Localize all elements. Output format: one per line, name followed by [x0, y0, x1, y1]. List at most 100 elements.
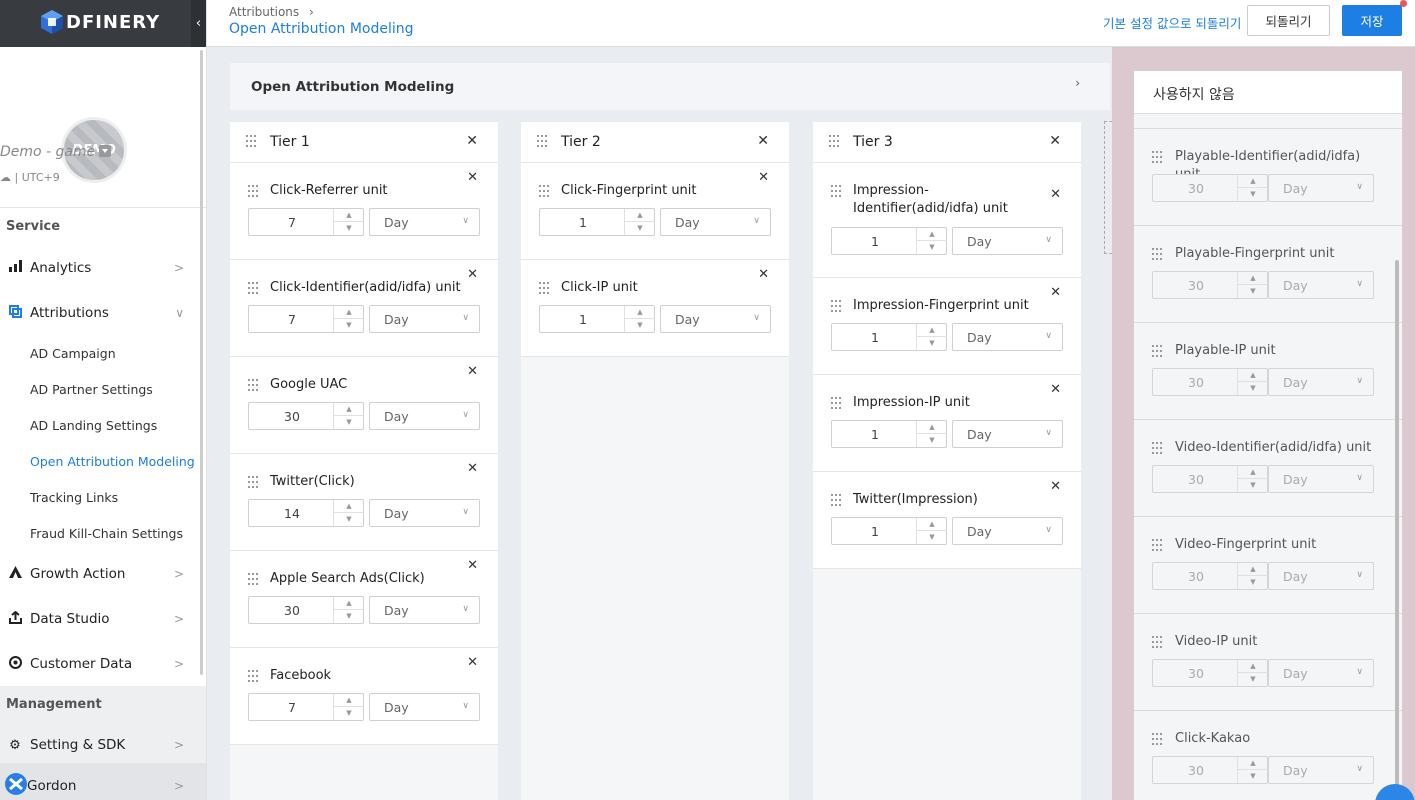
attribution-item-card[interactable]: Click-Kakao 30 ▲ ▼ Day ∨: [1134, 711, 1402, 800]
window-number-input[interactable]: 30 ▲ ▼: [1152, 562, 1268, 590]
window-number-input[interactable]: 30 ▲ ▼: [248, 402, 364, 430]
drag-handle-icon[interactable]: [1152, 733, 1162, 745]
drag-handle-icon[interactable]: [1152, 539, 1162, 551]
remove-item-close-icon[interactable]: ✕: [467, 558, 478, 573]
drag-handle-icon[interactable]: [829, 135, 839, 147]
unit-select[interactable]: Day ∨: [1268, 174, 1374, 202]
attribution-item-card[interactable]: Click-IP unit ✕ 1 ▲ ▼ Day ∨: [521, 260, 789, 357]
tier-header[interactable]: Tier 3 ✕: [813, 122, 1081, 163]
stepper-down-icon[interactable]: ▼: [625, 319, 655, 332]
window-number-input[interactable]: 7 ▲ ▼: [248, 693, 364, 721]
unit-select[interactable]: Day ∨: [369, 305, 480, 333]
remove-item-close-icon[interactable]: ✕: [758, 267, 769, 282]
attribution-item-card[interactable]: Video-IP unit 30 ▲ ▼ Day ∨: [1134, 614, 1402, 711]
stepper-down-icon[interactable]: ▼: [917, 531, 947, 544]
number-stepper[interactable]: ▲ ▼: [1237, 563, 1268, 589]
drag-handle-icon[interactable]: [1152, 636, 1162, 648]
remove-item-close-icon[interactable]: ✕: [1050, 479, 1061, 494]
window-number-input[interactable]: 30 ▲ ▼: [1152, 659, 1268, 687]
panel-header[interactable]: Open Attribution Modeling ›: [230, 63, 1110, 110]
remove-tier-close-icon[interactable]: ✕: [757, 133, 769, 149]
number-stepper[interactable]: ▲ ▼: [1237, 272, 1268, 298]
remove-item-close-icon[interactable]: ✕: [467, 170, 478, 185]
unit-select[interactable]: Day ∨: [1268, 465, 1374, 493]
stepper-down-icon[interactable]: ▼: [1238, 285, 1268, 298]
window-number-input[interactable]: 14 ▲ ▼: [248, 499, 364, 527]
sidebar-subitem-ad-landing-settings[interactable]: AD Landing Settings: [30, 418, 157, 433]
number-stepper[interactable]: ▲ ▼: [916, 324, 947, 350]
remove-tier-close-icon[interactable]: ✕: [1049, 133, 1061, 149]
drag-handle-icon[interactable]: [1152, 442, 1162, 454]
attribution-item-card[interactable]: Google UAC ✕ 30 ▲ ▼ Day ∨: [230, 357, 498, 454]
number-stepper[interactable]: ▲ ▼: [333, 500, 364, 526]
stepper-down-icon[interactable]: ▼: [334, 222, 364, 235]
remove-item-close-icon[interactable]: ✕: [1050, 382, 1061, 397]
stepper-down-icon[interactable]: ▼: [1238, 770, 1268, 783]
attribution-item-card[interactable]: Apple Search Ads(Click) ✕ 30 ▲ ▼ Day ∨: [230, 551, 498, 648]
stepper-up-icon[interactable]: ▲: [917, 421, 947, 434]
stepper-down-icon[interactable]: ▼: [917, 241, 947, 254]
window-number-input[interactable]: 1 ▲ ▼: [539, 305, 655, 333]
reset-defaults-link[interactable]: 기본 설정 값으로 되돌리기: [1103, 13, 1241, 32]
drag-handle-icon[interactable]: [831, 494, 841, 506]
number-stepper[interactable]: ▲ ▼: [333, 209, 364, 235]
drag-handle-icon[interactable]: [248, 573, 258, 585]
number-stepper[interactable]: ▲ ▼: [1237, 660, 1268, 686]
attribution-item-card[interactable]: Video-Identifier(adid/idfa) unit 30 ▲ ▼ …: [1134, 420, 1402, 517]
attribution-item-card[interactable]: Click-Referrer unit ✕ 7 ▲ ▼ Day ∨: [230, 163, 498, 260]
drag-handle-icon[interactable]: [1152, 151, 1162, 163]
drag-handle-icon[interactable]: [831, 397, 841, 409]
sidebar-item-growth-action[interactable]: Growth Action >: [0, 563, 200, 585]
attribution-item-card[interactable]: Click-Identifier(adid/idfa) unit ✕ 7 ▲ ▼…: [230, 260, 498, 357]
stepper-up-icon[interactable]: ▲: [334, 403, 364, 416]
sidebar-subitem-tracking-links[interactable]: Tracking Links: [30, 490, 118, 505]
stepper-up-icon[interactable]: ▲: [1238, 660, 1268, 673]
app-selector[interactable]: Demo - game: [0, 144, 192, 160]
sidebar-item-customer-data[interactable]: Customer Data >: [0, 653, 200, 675]
window-number-input[interactable]: 30 ▲ ▼: [1152, 174, 1268, 202]
window-number-input[interactable]: 30 ▲ ▼: [1152, 271, 1268, 299]
drag-handle-icon[interactable]: [539, 185, 549, 197]
drag-handle-icon[interactable]: [248, 282, 258, 294]
stepper-up-icon[interactable]: ▲: [334, 597, 364, 610]
attribution-item-card[interactable]: Playable-IP unit 30 ▲ ▼ Day ∨: [1134, 323, 1402, 420]
logo[interactable]: DFINERY: [40, 9, 160, 35]
revert-button[interactable]: 되돌리기: [1247, 5, 1330, 36]
tier-header[interactable]: Tier 2 ✕: [521, 122, 789, 163]
drag-handle-icon[interactable]: [1152, 345, 1162, 357]
window-number-input[interactable]: 1 ▲ ▼: [831, 323, 947, 351]
drag-handle-icon[interactable]: [1152, 248, 1162, 260]
stepper-up-icon[interactable]: ▲: [625, 209, 655, 222]
tier-header[interactable]: Tier 1 ✕: [230, 122, 498, 163]
remove-item-close-icon[interactable]: ✕: [467, 461, 478, 476]
window-number-input[interactable]: 1 ▲ ▼: [831, 227, 947, 255]
stepper-up-icon[interactable]: ▲: [1238, 369, 1268, 382]
window-number-input[interactable]: 30 ▲ ▼: [1152, 368, 1268, 396]
stepper-down-icon[interactable]: ▼: [334, 513, 364, 526]
stepper-up-icon[interactable]: ▲: [917, 324, 947, 337]
number-stepper[interactable]: ▲ ▼: [1237, 757, 1268, 783]
unit-select[interactable]: Day ∨: [369, 499, 480, 527]
attribution-item-card[interactable]: Twitter(Click) ✕ 14 ▲ ▼ Day ∨: [230, 454, 498, 551]
window-number-input[interactable]: 1 ▲ ▼: [831, 420, 947, 448]
unit-select[interactable]: Day ∨: [369, 693, 480, 721]
attribution-item-card[interactable]: Playable-Identifier(adid/idfa) unit 30 ▲…: [1134, 129, 1402, 226]
number-stepper[interactable]: ▲ ▼: [916, 421, 947, 447]
sidebar-subitem-ad-campaign[interactable]: AD Campaign: [30, 346, 116, 361]
stepper-down-icon[interactable]: ▼: [334, 707, 364, 720]
remove-item-close-icon[interactable]: ✕: [758, 170, 769, 185]
stepper-up-icon[interactable]: ▲: [1238, 466, 1268, 479]
stepper-down-icon[interactable]: ▼: [917, 337, 947, 350]
sidebar-scrollbar[interactable]: [200, 50, 203, 675]
attribution-item-card[interactable]: Facebook ✕ 7 ▲ ▼ Day ∨: [230, 648, 498, 745]
stepper-up-icon[interactable]: ▲: [917, 228, 947, 241]
window-number-input[interactable]: 7 ▲ ▼: [248, 305, 364, 333]
stepper-up-icon[interactable]: ▲: [334, 209, 364, 222]
stepper-up-icon[interactable]: ▲: [334, 500, 364, 513]
window-number-input[interactable]: 1 ▲ ▼: [539, 208, 655, 236]
stepper-down-icon[interactable]: ▼: [334, 416, 364, 429]
stepper-up-icon[interactable]: ▲: [1238, 563, 1268, 576]
unit-select[interactable]: Day ∨: [952, 517, 1063, 545]
stepper-up-icon[interactable]: ▲: [1238, 757, 1268, 770]
stepper-down-icon[interactable]: ▼: [917, 434, 947, 447]
